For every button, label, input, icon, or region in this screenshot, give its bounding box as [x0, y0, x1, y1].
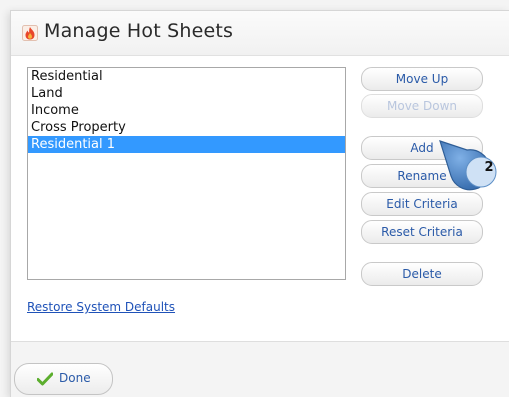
checkmark-icon	[37, 372, 53, 386]
list-item[interactable]: Cross Property	[28, 119, 345, 136]
manage-hot-sheets-dialog: Manage Hot Sheets Residential Land Incom…	[10, 10, 509, 397]
delete-button[interactable]: Delete	[361, 262, 483, 286]
list-item[interactable]: Income	[28, 102, 345, 119]
restore-system-defaults-link[interactable]: Restore System Defaults	[27, 300, 175, 314]
move-up-button[interactable]: Move Up	[361, 67, 483, 91]
done-button[interactable]: Done	[14, 363, 113, 395]
step-number: 2	[484, 160, 494, 175]
list-item-selected[interactable]: Residential 1	[28, 136, 345, 153]
list-item[interactable]: Residential	[28, 68, 345, 85]
hot-sheets-listbox[interactable]: Residential Land Income Cross Property R…	[27, 67, 346, 280]
done-button-label: Done	[59, 371, 91, 385]
list-item[interactable]: Land	[28, 85, 345, 102]
flame-icon	[22, 25, 38, 41]
dialog-titlebar: Manage Hot Sheets	[11, 11, 509, 56]
move-down-button[interactable]: Move Down	[361, 94, 483, 118]
dialog-title: Manage Hot Sheets	[44, 20, 234, 42]
reset-criteria-button[interactable]: Reset Criteria	[361, 220, 483, 244]
dialog-footer: Done	[11, 341, 509, 397]
